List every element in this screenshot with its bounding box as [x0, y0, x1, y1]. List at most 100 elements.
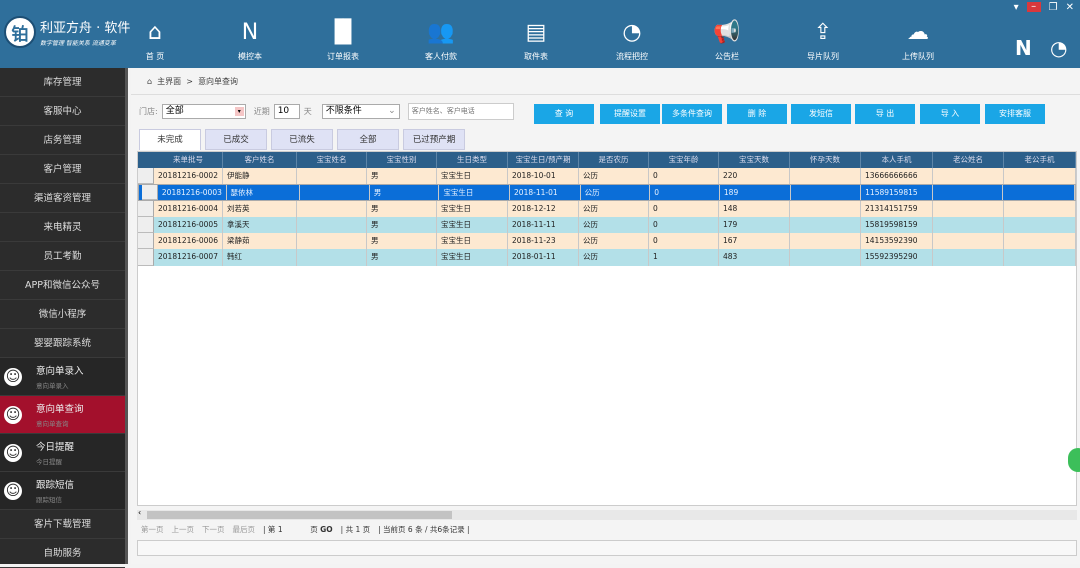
- sidebar-subitem[interactable]: ☺ 跟踪短信 跟踪短信: [0, 472, 125, 510]
- sidebar-item[interactable]: 客服中心: [0, 97, 125, 126]
- table-row[interactable]: 20181216-0005 拿溪天 男宝宝生日 2018-11-11 公历 0 179 158…: [138, 216, 1076, 234]
- action-button-2[interactable]: 多条件查询: [662, 104, 722, 124]
- sidebar-item[interactable]: 库存管理: [0, 68, 125, 97]
- table-cell: 男: [367, 168, 437, 185]
- store-select[interactable]: 全部 ▾: [161, 104, 246, 119]
- nav-2[interactable]: ▐▌ 订单报表: [308, 18, 378, 62]
- tab-4[interactable]: 已过预产期: [403, 129, 465, 150]
- row-selector[interactable]: [138, 233, 154, 250]
- close-button[interactable]: ✕: [1066, 2, 1074, 13]
- condition-select[interactable]: 不限条件 ⌄: [321, 104, 400, 119]
- table-cell: 公历: [581, 185, 651, 200]
- search-input[interactable]: [407, 103, 514, 120]
- signal-icon[interactable]: ◔: [1050, 36, 1067, 60]
- column-header[interactable]: 怀孕天数: [790, 152, 861, 168]
- nav-3[interactable]: 👥 客人付款: [406, 18, 476, 62]
- column-header[interactable]: 宝宝生日/预产期: [508, 152, 579, 168]
- nav-7[interactable]: ⇪ 导片队列: [788, 18, 858, 62]
- table-row[interactable]: 20181216-0006 梁静茹 男宝宝生日 2018-11-23 公历 0 167 141…: [138, 233, 1076, 250]
- row-selector[interactable]: [138, 168, 154, 185]
- row-selector[interactable]: [138, 216, 154, 234]
- sidebar-item[interactable]: 微信小程序: [0, 300, 125, 329]
- sidebar-subitem[interactable]: ☺ 意向单查询 意向单查询: [0, 396, 125, 434]
- sidebar-item[interactable]: 客户管理: [0, 155, 125, 184]
- horizontal-scrollbar[interactable]: ‹: [137, 508, 1077, 520]
- action-button-3[interactable]: 删 除: [727, 104, 787, 124]
- table-row[interactable]: 20181216-0007 韩红 男宝宝生日 2018-01-11 公历 1 483 1559…: [138, 249, 1076, 266]
- notebook-icon[interactable]: N: [1015, 36, 1032, 60]
- sidebar-item[interactable]: 员工考勤: [0, 242, 125, 271]
- table-cell: 刘若英: [223, 200, 297, 217]
- column-header[interactable]: 来单批号: [154, 152, 223, 168]
- tab-2[interactable]: 已流失: [271, 129, 333, 150]
- row-selector[interactable]: [142, 185, 158, 200]
- nav-label: 导片队列: [807, 52, 839, 61]
- action-button-0[interactable]: 查 询: [534, 104, 594, 124]
- prev-page-link[interactable]: 上一页: [172, 522, 195, 538]
- floating-widget[interactable]: [1068, 448, 1080, 472]
- nav-label: 订单报表: [327, 52, 359, 61]
- tab-1[interactable]: 已成交: [205, 129, 267, 150]
- column-header[interactable]: 生日类型: [437, 152, 508, 168]
- action-button-1[interactable]: 提醒设置: [600, 104, 660, 124]
- tab-0[interactable]: 未完成: [139, 129, 201, 150]
- action-button-6[interactable]: 导 入: [920, 104, 980, 124]
- table-cell: 梁静茹: [223, 233, 297, 250]
- column-header[interactable]: 宝宝年龄: [649, 152, 719, 168]
- scrollbar-thumb[interactable]: [147, 511, 452, 519]
- table-cell: [790, 168, 861, 185]
- row-selector[interactable]: [138, 200, 154, 217]
- sidebar-subitem[interactable]: ☺ 意向单录入 意向单录入: [0, 358, 125, 396]
- scroll-left-icon[interactable]: ‹: [138, 508, 141, 517]
- action-button-4[interactable]: 发短信: [791, 104, 851, 124]
- sidebar-item[interactable]: 来电精灵: [0, 213, 125, 242]
- next-page-link[interactable]: 下一页: [202, 522, 225, 538]
- first-page-link[interactable]: 第一页: [141, 522, 164, 538]
- nav-6[interactable]: 📢 公告栏: [692, 18, 762, 62]
- restore-button[interactable]: ❐: [1049, 2, 1058, 13]
- nav-1[interactable]: N 模控本: [215, 18, 285, 62]
- subitem-subtitle: 今日提醒: [36, 458, 62, 466]
- nav-4[interactable]: ▤ 取件表: [501, 18, 571, 62]
- home-icon[interactable]: ⌂: [147, 77, 152, 86]
- users-icon: 👥: [427, 20, 455, 45]
- sidebar-subitem[interactable]: ☺ 今日提醒 今日提醒: [0, 434, 125, 472]
- nav-label: 上传队列: [902, 52, 934, 61]
- minimize-button[interactable]: –: [1026, 2, 1041, 12]
- main-panel: ⌂ 主界面 > 意向单查询 门店: 全部▾ 近期 10 天 不限条件⌄ 查 询提…: [131, 68, 1080, 564]
- table-row[interactable]: 20181216-0002 伊能静 男宝宝生日 2018-10-01 公历 0 220 136…: [138, 168, 1076, 185]
- action-button-5[interactable]: 导 出: [855, 104, 915, 124]
- sidebar-item[interactable]: 婴婴跟踪系统: [0, 329, 125, 358]
- column-header[interactable]: 老公手机: [1004, 152, 1076, 168]
- tab-3[interactable]: 全部: [337, 129, 399, 150]
- column-header[interactable]: 本人手机: [861, 152, 933, 168]
- column-header[interactable]: 是否农历: [579, 152, 649, 168]
- sidebar-item[interactable]: APP和微信公众号: [0, 271, 125, 300]
- column-header[interactable]: 宝宝天数: [719, 152, 790, 168]
- nav-8[interactable]: ☁ 上传队列: [883, 18, 953, 62]
- breadcrumb-home[interactable]: 主界面: [157, 77, 181, 86]
- subitem-subtitle: 意向单查询: [36, 420, 69, 428]
- nav-5[interactable]: ◔ 流程把控: [597, 18, 667, 62]
- row-selector[interactable]: [138, 249, 154, 266]
- dropdown-icon[interactable]: ▾: [1014, 2, 1019, 13]
- table-cell: [297, 168, 367, 185]
- column-header[interactable]: 宝宝姓名: [297, 152, 367, 168]
- nav-0[interactable]: ⌂ 首 页: [120, 18, 190, 62]
- table-row[interactable]: 20181216-0004 刘若英 男宝宝生日 2018-12-12 公历 0 148 213…: [138, 200, 1076, 217]
- last-page-link[interactable]: 最后页: [233, 522, 256, 538]
- sidebar-item[interactable]: 渠道客资管理: [0, 184, 125, 213]
- column-header[interactable]: 客户姓名: [223, 152, 297, 168]
- go-button[interactable]: GO: [320, 525, 333, 534]
- column-header[interactable]: 老公姓名: [933, 152, 1004, 168]
- window-controls: ▾ – ❐ ✕: [1014, 2, 1074, 14]
- table-row[interactable]: 20181216-0003 瑟依林 男宝宝生日 2018-11-01 公历 0 189 115…: [138, 184, 1076, 201]
- action-button-7[interactable]: 安排客服: [985, 104, 1045, 124]
- upload-window-icon: ⇪: [813, 20, 833, 45]
- page-input[interactable]: 1: [278, 522, 308, 538]
- sidebar-item[interactable]: 店务管理: [0, 126, 125, 155]
- column-header[interactable]: 宝宝性别: [367, 152, 437, 168]
- days-input[interactable]: 10: [273, 104, 300, 119]
- sidebar-item[interactable]: 客片下载管理: [0, 510, 125, 539]
- table-cell: 2018-01-11: [508, 249, 579, 266]
